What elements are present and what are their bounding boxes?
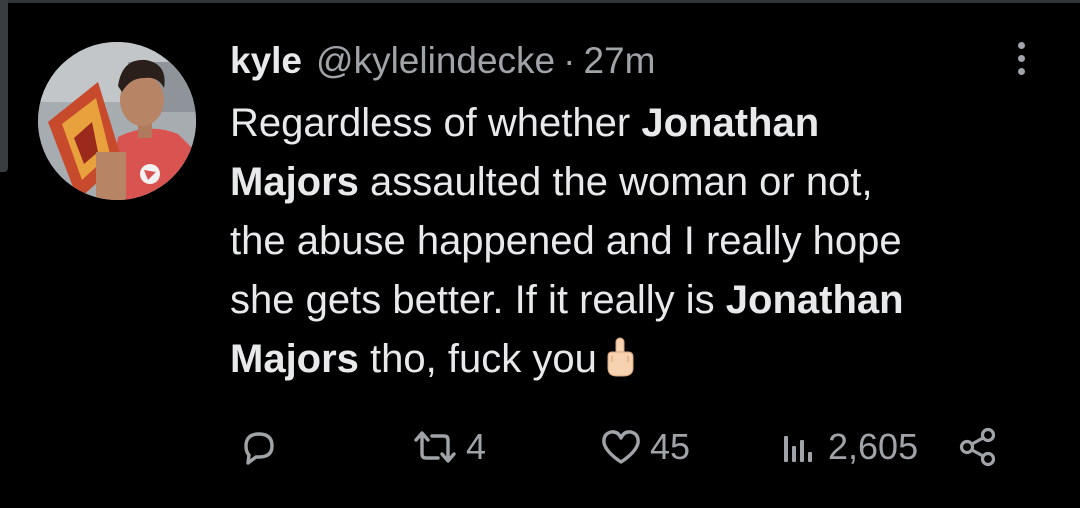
tweet-actions: 4 45 2,605 [0,420,1080,474]
tweet[interactable]: kyle @kylelindecke · 27m Regardless of w… [0,0,1080,508]
views-button[interactable]: 2,605 [776,420,918,474]
middle-finger-emoji [603,336,637,378]
views-count: 2,605 [828,426,919,467]
bold-name: Majors [230,160,359,204]
tweet-text-line: Majors assaulted the woman or not, [230,160,873,204]
user-handle[interactable]: @kylelindecke [316,38,555,84]
share-button[interactable] [955,420,1001,474]
tweet-text-line: Majors tho, fuck you [230,330,1030,389]
bold-name: Majors [230,337,359,381]
retweet-icon [410,424,460,470]
like-button[interactable]: 45 [598,420,690,474]
display-name[interactable]: kyle [230,38,302,84]
separator-dot: · [563,40,576,81]
tweet-text-line: Regardless of whether Jonathan [230,101,820,145]
reply-icon [236,424,282,470]
bold-name: Jonathan [725,278,904,322]
tweet-header: kyle @kylelindecke · 27m [230,38,655,84]
bold-name: Jonathan [641,101,820,145]
tweet-text-line: the abuse happened and I really hope [230,219,902,263]
retweet-button[interactable]: 4 [410,420,486,474]
share-icon [955,424,1001,470]
heart-icon [598,424,644,470]
reply-button[interactable] [236,420,282,474]
timestamp[interactable]: 27m [583,38,655,84]
more-dots-icon [1017,41,1025,49]
tweet-text-line: she gets better. If it really is Jonatha… [230,278,904,322]
views-icon [776,424,822,470]
avatar[interactable] [38,42,196,200]
tweet-text: Regardless of whether Jonathan Majors as… [230,94,1030,389]
like-count: 45 [650,426,691,467]
more-options-button[interactable] [1004,38,1038,78]
retweet-count: 4 [466,426,487,467]
